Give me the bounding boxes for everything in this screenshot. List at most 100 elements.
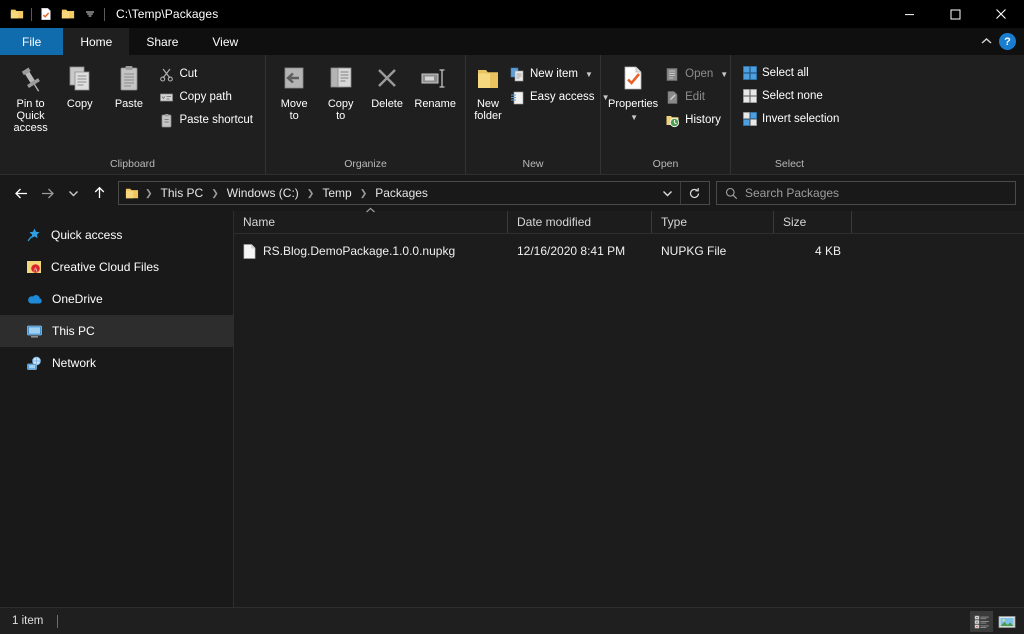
breadcrumb-bar[interactable]: ❯ This PC ❯ Windows (C:) ❯ Temp ❯ Packag…: [118, 181, 710, 205]
title-bar: C:\Temp\Packages: [0, 0, 1024, 28]
new-folder-label: New folder: [474, 98, 502, 122]
column-header-type[interactable]: Type: [652, 211, 774, 233]
tab-file[interactable]: File: [0, 28, 64, 55]
search-icon: [725, 187, 738, 200]
select-none-button[interactable]: Select none: [738, 85, 844, 107]
properties-button[interactable]: Properties ▼: [608, 60, 658, 124]
qat-separator-2: [104, 7, 105, 21]
minimize-button[interactable]: [886, 0, 932, 28]
back-button[interactable]: [8, 180, 34, 206]
column-header-name-label: Name: [243, 215, 276, 229]
view-buttons: [970, 608, 1018, 634]
delete-button[interactable]: Delete: [366, 60, 408, 110]
properties-chevron-down-icon[interactable]: ▼: [630, 112, 638, 124]
breadcrumb-item-windows-c[interactable]: Windows (C:): [221, 182, 305, 204]
edit-label: Edit: [685, 91, 705, 103]
sidebar-label-creative-cloud-files: Creative Cloud Files: [51, 260, 160, 274]
easy-access-button[interactable]: Easy access ▼: [505, 86, 614, 108]
sidebar-item-network[interactable]: Network: [0, 347, 233, 379]
refresh-icon[interactable]: [681, 182, 707, 204]
ribbon: Pin to Quick access Copy Paste Cut Copy …: [0, 55, 1024, 175]
column-header-size[interactable]: Size: [774, 211, 852, 233]
svg-text:A: A: [33, 266, 38, 273]
help-icon[interactable]: ?: [999, 33, 1016, 50]
ribbon-group-label-clipboard: Clipboard: [110, 158, 155, 170]
select-small-buttons: Select all Select none Invert selection: [738, 60, 844, 130]
new-item-chevron-down-icon[interactable]: ▼: [585, 70, 593, 79]
sidebar-item-this-pc[interactable]: This PC: [0, 315, 233, 347]
history-button[interactable]: History: [660, 109, 733, 131]
copy-path-button[interactable]: Copy path: [154, 86, 258, 108]
maximize-button[interactable]: [932, 0, 978, 28]
paste-button[interactable]: Paste: [105, 60, 152, 110]
generic-file-icon: [243, 243, 256, 259]
rename-label: Rename: [414, 98, 456, 110]
recent-locations-button[interactable]: [60, 180, 86, 206]
ribbon-group-label-organize: Organize: [344, 158, 387, 170]
history-icon: [665, 113, 680, 128]
folder-icon[interactable]: [6, 3, 28, 25]
new-folder-icon[interactable]: [57, 3, 79, 25]
file-list: RS.Blog.DemoPackage.1.0.0.nupkg 12/16/20…: [234, 234, 1024, 607]
new-folder-button[interactable]: New folder: [473, 60, 503, 122]
open-button[interactable]: Open ▼: [660, 63, 733, 85]
properties-icon[interactable]: [35, 3, 57, 25]
copy-path-label: Copy path: [179, 91, 232, 103]
pin-to-quick-access-button[interactable]: Pin to Quick access: [7, 60, 54, 134]
tab-share[interactable]: Share: [129, 28, 195, 55]
sort-ascending-icon: [234, 206, 507, 215]
tab-home[interactable]: Home: [63, 28, 130, 55]
address-dropdown-icon[interactable]: [654, 182, 680, 204]
breadcrumb-chevron-2[interactable]: ❯: [305, 188, 317, 199]
details-view-button[interactable]: [970, 611, 993, 632]
paste-shortcut-button[interactable]: Paste shortcut: [154, 109, 258, 131]
forward-button[interactable]: [34, 180, 60, 206]
close-button[interactable]: [978, 0, 1024, 28]
column-header-date-modified[interactable]: Date modified: [508, 211, 652, 233]
navigation-pane: Quick access A Creative Cloud Files OneD…: [0, 211, 233, 607]
sidebar-label-quick-access: Quick access: [51, 228, 123, 242]
copy-button[interactable]: Copy: [56, 60, 103, 110]
select-all-button[interactable]: Select all: [738, 62, 844, 84]
large-icons-view-button[interactable]: [995, 611, 1018, 632]
breadcrumb-item-packages[interactable]: Packages: [369, 182, 434, 204]
breadcrumb-chevron-1[interactable]: ❯: [209, 188, 221, 199]
up-button[interactable]: [86, 180, 112, 206]
sidebar-item-creative-cloud-files[interactable]: A Creative Cloud Files: [0, 251, 233, 283]
cut-button[interactable]: Cut: [154, 63, 258, 85]
new-item-button[interactable]: New item ▼: [505, 63, 614, 85]
properties-label: Properties: [608, 98, 659, 110]
edit-button[interactable]: Edit: [660, 86, 733, 108]
table-row[interactable]: RS.Blog.DemoPackage.1.0.0.nupkg 12/16/20…: [234, 240, 1024, 262]
rename-button[interactable]: Rename: [412, 60, 458, 110]
tab-view[interactable]: View: [195, 28, 255, 55]
move-to-button[interactable]: Move to: [273, 60, 315, 122]
clipboard-small-buttons: Cut Copy path Paste shortcut: [154, 60, 258, 131]
qat-chevron-down-icon[interactable]: [79, 3, 101, 25]
ribbon-group-open: Properties ▼ Open ▼ Edit History Open: [600, 55, 730, 174]
file-list-pane: Name Date modified Type Size RS.Blog.Dem…: [233, 207, 1024, 607]
invert-selection-button[interactable]: Invert selection: [738, 108, 844, 130]
qat-separator-1: [31, 7, 32, 21]
ribbon-group-new: New folder New item ▼ Easy access ▼ New: [465, 55, 609, 174]
open-chevron-down-icon[interactable]: ▼: [720, 70, 728, 79]
search-input[interactable]: Search Packages: [745, 186, 839, 200]
file-name: RS.Blog.DemoPackage.1.0.0.nupkg: [263, 244, 456, 258]
collapse-ribbon-icon[interactable]: [980, 36, 993, 48]
file-date-modified-cell: 12/16/2020 8:41 PM: [517, 244, 626, 258]
main-area: Quick access A Creative Cloud Files OneD…: [0, 207, 1024, 607]
sidebar-item-quick-access[interactable]: Quick access: [0, 219, 233, 251]
paste-label: Paste: [114, 98, 143, 110]
ribbon-group-label-open: Open: [652, 158, 679, 170]
breadcrumb-chevron-3[interactable]: ❯: [358, 188, 370, 199]
copy-to-button[interactable]: Copy to: [319, 60, 361, 122]
breadcrumb-folder-icon: [121, 182, 143, 204]
breadcrumb-item-this-pc[interactable]: This PC: [155, 182, 210, 204]
breadcrumb-item-temp[interactable]: Temp: [316, 182, 357, 204]
search-box[interactable]: Search Packages: [716, 181, 1016, 205]
column-header-name[interactable]: Name: [234, 207, 508, 233]
select-none-label: Select none: [762, 90, 823, 102]
sidebar-item-onedrive[interactable]: OneDrive: [0, 283, 233, 315]
file-name-cell: RS.Blog.DemoPackage.1.0.0.nupkg: [234, 243, 508, 259]
new-item-icon: [510, 67, 525, 82]
